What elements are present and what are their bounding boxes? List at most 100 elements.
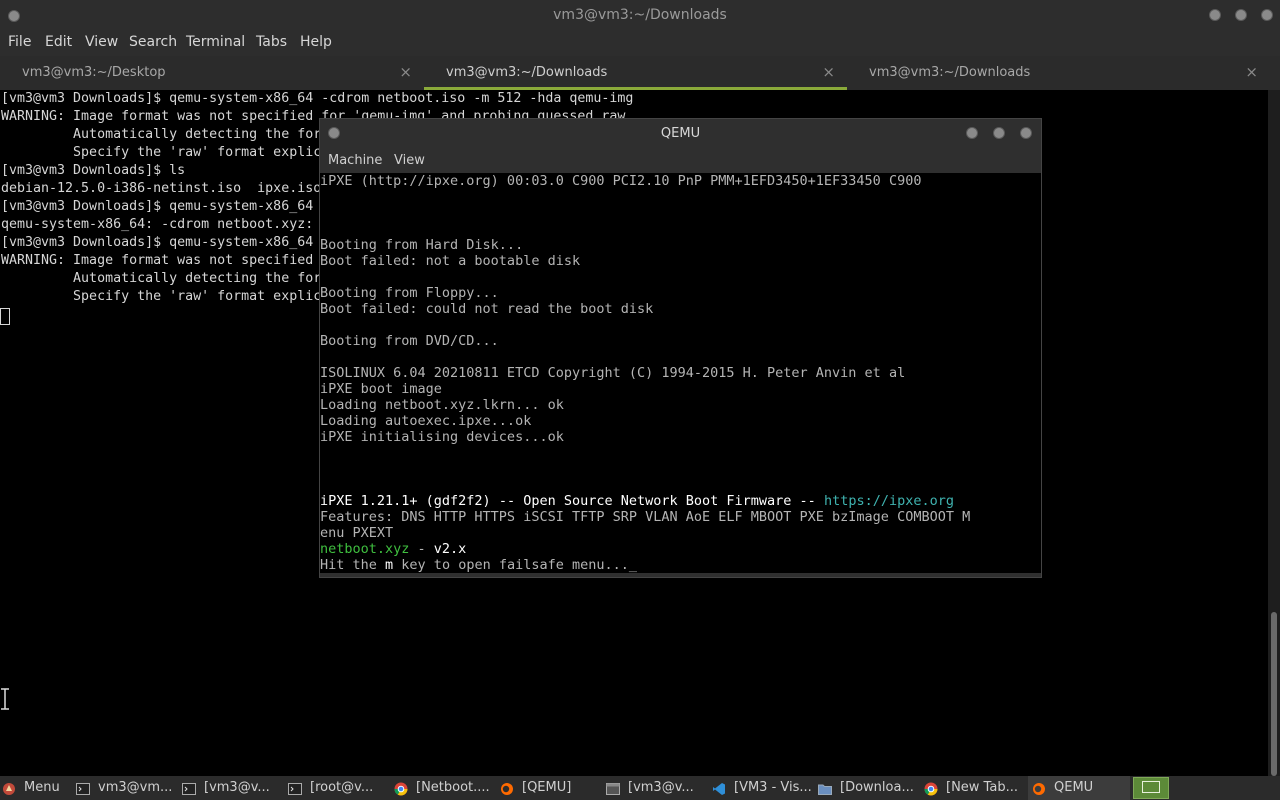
vm-blank-line	[320, 349, 1041, 365]
qemu-menu-bar: Machine View	[320, 148, 1041, 173]
taskbar-label: [vm3@v...	[628, 780, 694, 795]
window-title: vm3@vm3:~/Downloads	[553, 7, 727, 23]
vscode-icon	[712, 781, 726, 795]
taskbar-label: vm3@vm...	[98, 780, 173, 795]
menu-bar: File Edit View Search Terminal Tabs Help	[0, 30, 1280, 56]
menu-edit[interactable]: Edit	[45, 34, 72, 50]
taskbar-label: [root@v...	[310, 780, 374, 795]
terminal-cursor	[0, 308, 10, 325]
prompt-key: m	[385, 557, 394, 573]
vm-blank-line	[320, 221, 1041, 237]
folder-icon	[818, 781, 832, 795]
taskbar-label: [vm3@v...	[204, 780, 270, 795]
taskbar-item-qemu-bracket[interactable]: [QEMU]	[500, 776, 600, 800]
vm-line: Loading netboot.xyz.lkrn... ok	[320, 397, 564, 413]
maximize-button[interactable]	[1235, 9, 1247, 21]
menu-terminal[interactable]: Terminal	[186, 34, 245, 50]
tab-downloads-active[interactable]: vm3@vm3:~/Downloads ×	[424, 56, 847, 90]
menu-view[interactable]: View	[85, 34, 118, 50]
terminal-scrollbar[interactable]	[1268, 90, 1280, 776]
close-button[interactable]	[1261, 9, 1273, 21]
tab-label: vm3@vm3:~/Downloads	[446, 65, 608, 80]
chrome-icon	[394, 781, 408, 796]
taskbar-item-root-terminal[interactable]: [root@v...	[288, 776, 388, 800]
taskbar-label: QEMU	[1054, 780, 1094, 795]
tab-downloads[interactable]: vm3@vm3:~/Downloads ×	[847, 56, 1270, 90]
taskbar-item-terminal-2[interactable]: [vm3@v...	[182, 776, 282, 800]
menu-file[interactable]: File	[8, 34, 31, 50]
taskbar-item-qemu-active[interactable]: QEMU	[1028, 776, 1130, 800]
tab-close-icon[interactable]: ×	[822, 63, 835, 81]
prompt-prefix: Hit the	[320, 557, 386, 573]
vm-line: enu PXEXT	[320, 525, 394, 541]
terminal-icon	[182, 781, 196, 795]
ipxe-version: iPXE 1.21.1+ (gdf2f2)	[320, 493, 491, 509]
taskbar-label: Menu	[24, 780, 60, 795]
taskbar-item-terminal-1[interactable]: vm3@vm...	[76, 776, 176, 800]
tab-label: vm3@vm3:~/Downloads	[869, 65, 1031, 80]
qemu-title-bar[interactable]: QEMU	[320, 119, 1041, 148]
tab-label: vm3@vm3:~/Desktop	[22, 65, 166, 80]
failsafe-prompt-line: Hit the m key to open failsafe menu..._	[320, 557, 1041, 573]
qemu-menu-machine[interactable]: Machine	[328, 153, 382, 168]
tab-close-icon[interactable]: ×	[399, 63, 412, 81]
taskbar-label: [New Tab...	[946, 780, 1018, 795]
qemu-maximize-button[interactable]	[993, 127, 1005, 139]
mouse-ibeam-icon	[0, 688, 10, 710]
ipxe-tagline: -- Open Source Network Boot Firmware --	[490, 493, 824, 509]
show-desktop-icon[interactable]	[1133, 777, 1169, 799]
taskbar-item-netboot-browser[interactable]: [Netboot....	[394, 776, 494, 800]
vm-line: Booting from Floppy...	[320, 285, 499, 301]
chrome-icon	[924, 781, 938, 796]
qemu-display[interactable]: iPXE (http://ipxe.org) 00:03.0 C900 PCI2…	[320, 173, 1041, 573]
taskbar-label: [Netboot....	[416, 780, 490, 795]
taskbar-item-downloads-folder[interactable]: [Downloa...	[818, 776, 918, 800]
tab-desktop[interactable]: vm3@vm3:~/Desktop ×	[0, 56, 424, 90]
taskbar-item-vscode[interactable]: [VM3 - Vis...	[712, 776, 812, 800]
qemu-menu-view[interactable]: View	[394, 153, 425, 168]
vm-line: ISOLINUX 6.04 20210811 ETCD Copyright (C…	[320, 365, 906, 381]
window-icon	[606, 781, 620, 795]
qemu-icon	[500, 781, 514, 795]
vm-line: iPXE initialising devices...ok	[320, 429, 564, 445]
menu-icon	[2, 781, 16, 795]
terminal-line: [vm3@vm3 Downloads]$ qemu-system-x86_64 …	[1, 91, 634, 106]
minimize-button[interactable]	[1209, 9, 1221, 21]
ipxe-url-link: https://ipxe.org	[823, 493, 954, 509]
menu-tabs[interactable]: Tabs	[256, 34, 287, 50]
qemu-icon	[1032, 781, 1046, 795]
taskbar-menu-button[interactable]: Menu	[2, 776, 72, 800]
terminal-icon	[288, 781, 302, 795]
vm-line: Boot failed: not a bootable disk	[320, 253, 581, 269]
qemu-minimize-button[interactable]	[966, 127, 978, 139]
taskbar-label: [VM3 - Vis...	[734, 780, 812, 795]
vm-blank-line	[320, 445, 1041, 461]
tab-close-icon[interactable]: ×	[1245, 63, 1258, 81]
netboot-dash: -	[409, 541, 434, 557]
qemu-window[interactable]: QEMU Machine View iPXE (http://ipxe.org)…	[320, 119, 1041, 577]
vm-blank-line	[320, 269, 1041, 285]
taskbar-label: [Downloa...	[840, 780, 914, 795]
vm-line: Loading autoexec.ipxe...ok	[320, 413, 532, 429]
vm-line: Features: DNS HTTP HTTPS iSCSI TFTP SRP …	[320, 509, 971, 525]
scrollbar-thumb[interactable]	[1271, 612, 1277, 776]
netboot-version-line: netboot.xyz - v2.x	[320, 541, 1041, 557]
vm-blank-line	[320, 189, 1041, 205]
menu-search[interactable]: Search	[129, 34, 177, 50]
vm-line: iPXE boot image	[320, 381, 442, 397]
qemu-window-title: QEMU	[660, 126, 701, 141]
netboot-version: v2.x	[433, 541, 467, 557]
netboot-name: netboot.xyz	[320, 541, 410, 557]
menu-help[interactable]: Help	[300, 34, 332, 50]
vm-line: Booting from Hard Disk...	[320, 237, 524, 253]
taskbar-item-new-tab-browser[interactable]: [New Tab...	[924, 776, 1024, 800]
title-bar[interactable]: vm3@vm3:~/Downloads	[0, 0, 1280, 30]
vm-line: Booting from DVD/CD...	[320, 333, 499, 349]
qemu-close-button[interactable]	[1020, 127, 1032, 139]
taskbar-label: [QEMU]	[522, 780, 572, 795]
monitor-icon	[1142, 781, 1160, 793]
taskbar-item-window[interactable]: [vm3@v...	[606, 776, 706, 800]
tab-bar: vm3@vm3:~/Desktop × vm3@vm3:~/Downloads …	[0, 56, 1280, 90]
taskbar: Menu vm3@vm... [vm3@v... [root@v... [Net…	[0, 776, 1280, 800]
qemu-window-border	[320, 573, 1041, 577]
